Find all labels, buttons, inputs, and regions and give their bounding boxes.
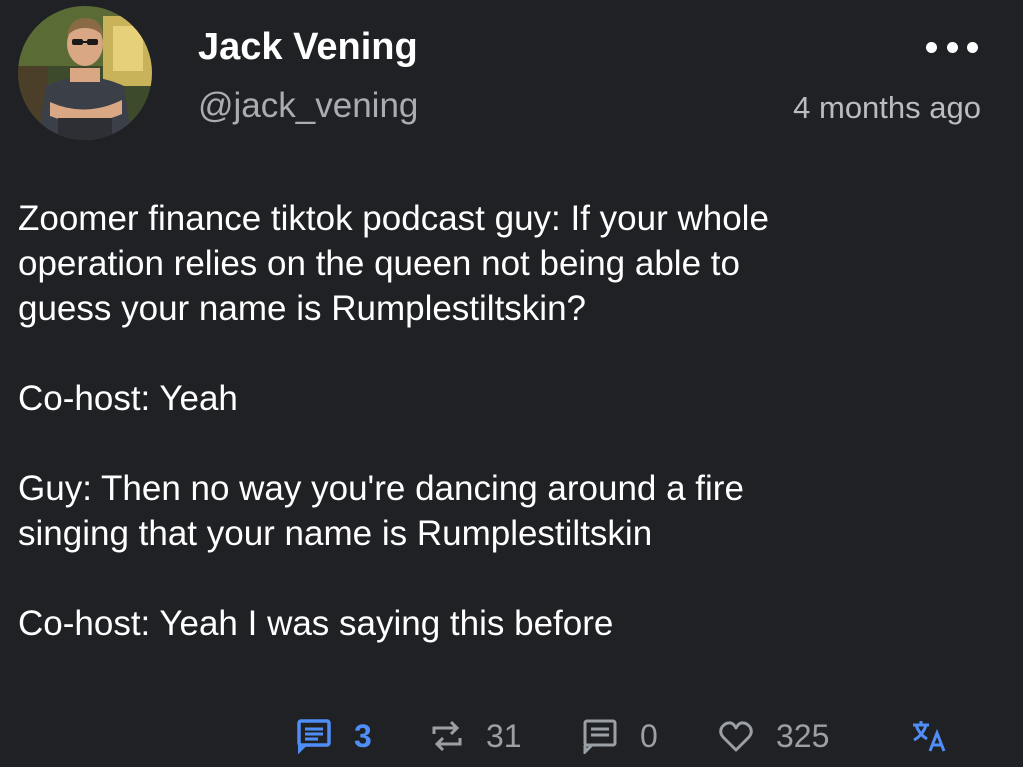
like-button[interactable]: 325 xyxy=(718,712,829,760)
post-timestamp[interactable]: 4 months ago xyxy=(793,90,981,126)
post-body: Zoomer finance tiktok podcast guy: If yo… xyxy=(18,196,978,691)
translate-icon xyxy=(913,721,946,752)
reply-icon xyxy=(297,719,331,754)
more-icon-dot xyxy=(926,41,937,53)
repost-count: 31 xyxy=(486,717,522,754)
post-paragraph: Co-host: Yeah xyxy=(18,379,238,418)
reply-button[interactable]: 3 xyxy=(296,712,372,760)
post-paragraph: Guy: Then no way you're dancing around a… xyxy=(18,469,744,553)
repost-icon xyxy=(432,720,462,752)
like-count: 325 xyxy=(776,717,830,754)
reply-count: 3 xyxy=(354,717,372,754)
quote-button[interactable]: 0 xyxy=(582,712,658,760)
more-icon-dot xyxy=(946,41,958,53)
author-display-name[interactable]: Jack Vening xyxy=(198,26,418,69)
post-actions-bar: 3 31 0 325 xyxy=(0,712,1023,760)
repost-button[interactable]: 31 xyxy=(430,712,522,760)
heart-icon xyxy=(719,721,753,752)
author-handle[interactable]: @jack_vening xyxy=(198,86,418,126)
post-paragraph: Co-host: Yeah I was saying this before xyxy=(18,604,614,643)
post-card: Jack Vening @jack_vening 4 months ago Zo… xyxy=(0,0,1023,767)
more-options-button[interactable] xyxy=(926,36,978,58)
quote-icon xyxy=(583,719,617,754)
quote-count: 0 xyxy=(640,717,658,754)
avatar-photo xyxy=(18,6,152,140)
post-paragraph: Zoomer finance tiktok podcast guy: If yo… xyxy=(18,199,769,328)
translate-button[interactable] xyxy=(910,712,948,760)
more-icon-dot xyxy=(967,41,978,53)
avatar[interactable] xyxy=(18,6,152,140)
